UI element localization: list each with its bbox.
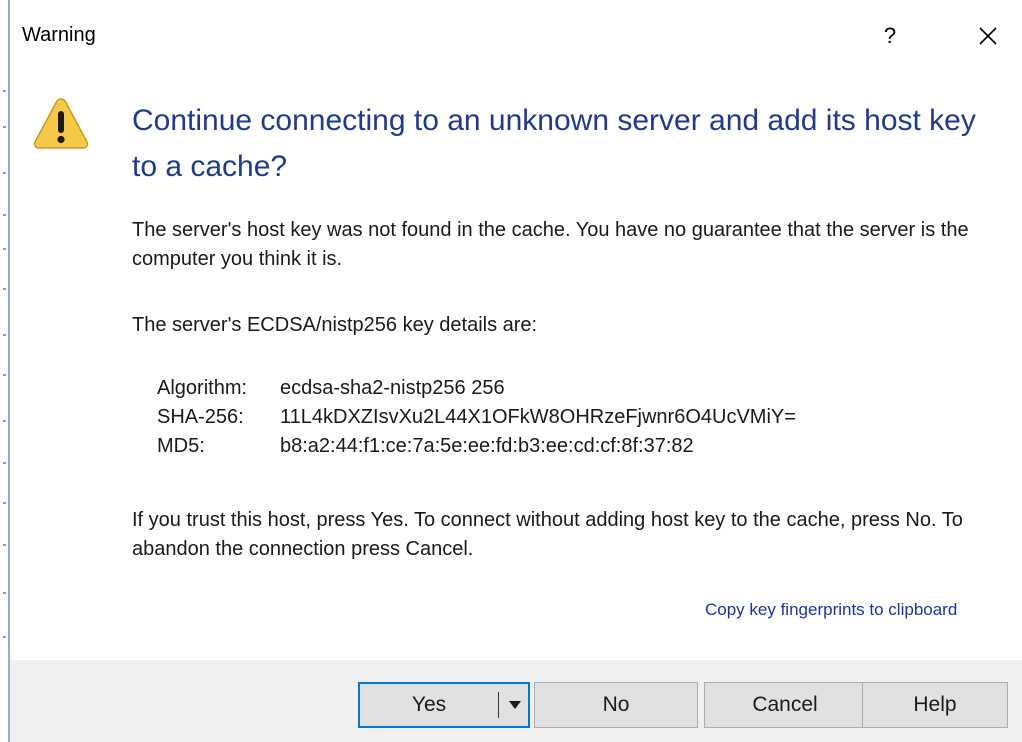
detail-row-md5: MD5: b8:a2:44:f1:ce:7a:5e:ee:fd:b3:ee:cd…: [157, 432, 796, 461]
window-title: Warning: [22, 24, 96, 46]
warning-icon: [33, 98, 89, 149]
detail-row-sha256: SHA-256: 11L4kDXZIsvXu2L44X1OFkW8OHRzeFj…: [157, 403, 796, 432]
split-divider: [498, 692, 499, 718]
caret-down-icon: [509, 701, 521, 709]
detail-label: MD5:: [157, 435, 205, 457]
cancel-button[interactable]: Cancel: [704, 682, 866, 728]
warning-dialog: Warning ? Continue connecting to an unkn…: [0, 0, 1022, 742]
dialog-heading: Continue connecting to an unknown server…: [132, 104, 976, 183]
detail-label: SHA-256:: [157, 406, 244, 428]
detail-label: Algorithm:: [157, 377, 248, 399]
help-button[interactable]: Help: [862, 682, 1008, 728]
window-edge: [8, 0, 10, 742]
background-window-edge: [0, 90, 8, 690]
yes-button-label: Yes: [411, 693, 447, 716]
close-button[interactable]: [968, 18, 1008, 54]
button-bar: Yes No Cancel Help: [10, 660, 1022, 742]
detail-value: b8:a2:44:f1:ce:7a:5e:ee:fd:b3:ee:cd:cf:8…: [280, 435, 694, 457]
yes-button[interactable]: Yes: [358, 682, 530, 728]
host-key-message: The server's host key was not found in t…: [132, 219, 969, 270]
yes-dropdown-button[interactable]: [502, 684, 528, 726]
copy-fingerprints-link[interactable]: Copy key fingerprints to clipboard: [705, 600, 957, 620]
close-icon: [979, 27, 997, 45]
detail-value: ecdsa-sha2-nistp256 256: [280, 377, 505, 399]
help-title-button[interactable]: ?: [872, 18, 908, 54]
detail-value: 11L4kDXZIsvXu2L44X1OFkW8OHRzeFjwnr6O4UcV…: [280, 406, 796, 428]
title-bar: Warning ?: [10, 0, 1022, 66]
no-button[interactable]: No: [534, 682, 698, 728]
key-details: Algorithm: ecdsa-sha2-nistp256 256 SHA-2…: [157, 374, 796, 461]
instructions-message: If you trust this host, press Yes. To co…: [132, 509, 963, 560]
detail-row-algorithm: Algorithm: ecdsa-sha2-nistp256 256: [157, 374, 796, 403]
key-details-intro: The server's ECDSA/nistp256 key details …: [132, 314, 538, 336]
